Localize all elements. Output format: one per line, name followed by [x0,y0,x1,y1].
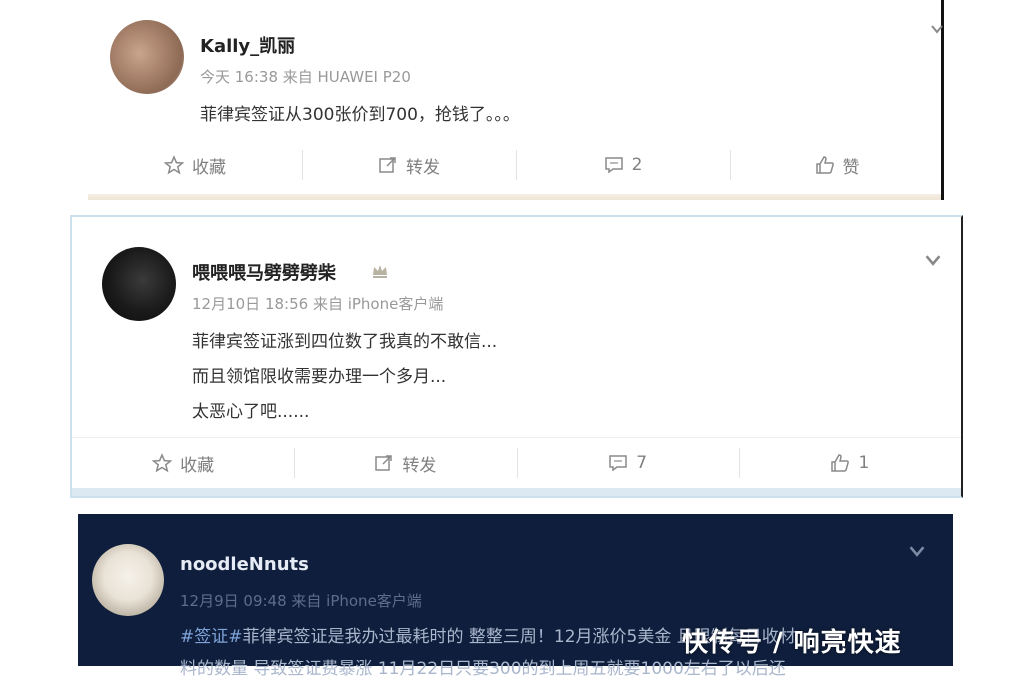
repost-icon [379,157,396,173]
avatar[interactable] [92,544,164,616]
comment-count: 7 [636,453,648,473]
post-text: 菲律宾签证从300张价到700，抢钱了。。。 [200,105,520,125]
like-label: 赞 [842,157,860,178]
post-meta: 12月10日 18:56 来自 iPhone客户端 [192,295,444,313]
username[interactable]: Kally_凯丽 [200,32,295,58]
post-text-line: 而且领馆限收需要办理一个多月... [192,367,447,387]
chevron-down-icon[interactable] [930,22,944,36]
post-card-kally: Kally_凯丽 今天 16:38 来自 HUAWEI P20 菲律宾签证从30… [88,0,944,200]
thumbs-up-icon [831,454,850,472]
username[interactable]: noodleNnuts [180,554,309,575]
like-count: 1 [858,453,870,473]
card-bottom-edge [88,194,941,200]
favorite-button[interactable]: 收藏 [88,140,302,190]
favorite-label: 收藏 [180,455,215,476]
crown-badge-icon [373,265,387,278]
post-card-weiwei: 喂喂喂马劈劈劈柴 12月10日 18:56 来自 iPhone客户端 菲律宾签证… [70,215,963,498]
comment-count: 2 [631,155,643,175]
card-bottom-edge [72,488,961,496]
comment-icon [604,157,623,174]
favorite-button[interactable]: 收藏 [72,438,294,488]
star-icon [164,155,184,175]
repost-label: 转发 [406,157,440,178]
like-button[interactable]: 赞 [730,140,944,190]
post-meta: 今天 16:38 来自 HUAWEI P20 [200,68,411,86]
repost-button[interactable]: 转发 [302,140,516,190]
avatar[interactable] [110,20,184,94]
comment-icon [609,455,627,472]
like-button[interactable]: 1 [738,438,961,488]
post-text-line: 菲律宾签证涨到四位数了我真的不敢信... [192,332,498,352]
watermark-text: 快传号 / 响亮快速 [682,628,902,658]
hashtag-link[interactable]: #签证# [180,627,243,647]
favorite-label: 收藏 [192,157,226,178]
comment-button[interactable]: 7 [516,438,739,488]
post-text-line: 太恶心了吧...... [192,402,310,422]
thumbs-up-icon [815,156,834,174]
action-bar: 收藏 转发 2 赞 [88,140,944,190]
chevron-down-icon[interactable] [908,542,926,560]
repost-button[interactable]: 转发 [294,438,516,488]
comment-button[interactable]: 2 [516,140,730,190]
action-bar: 收藏 转发 7 1 [72,437,961,488]
chevron-down-icon[interactable] [924,251,942,269]
repost-icon [375,455,393,471]
post-meta: 12月9日 09:48 来自 iPhone客户端 [180,592,422,610]
avatar[interactable] [102,247,176,321]
username[interactable]: 喂喂喂马劈劈劈柴 [192,259,336,285]
star-icon [152,453,173,473]
repost-label: 转发 [402,455,437,476]
